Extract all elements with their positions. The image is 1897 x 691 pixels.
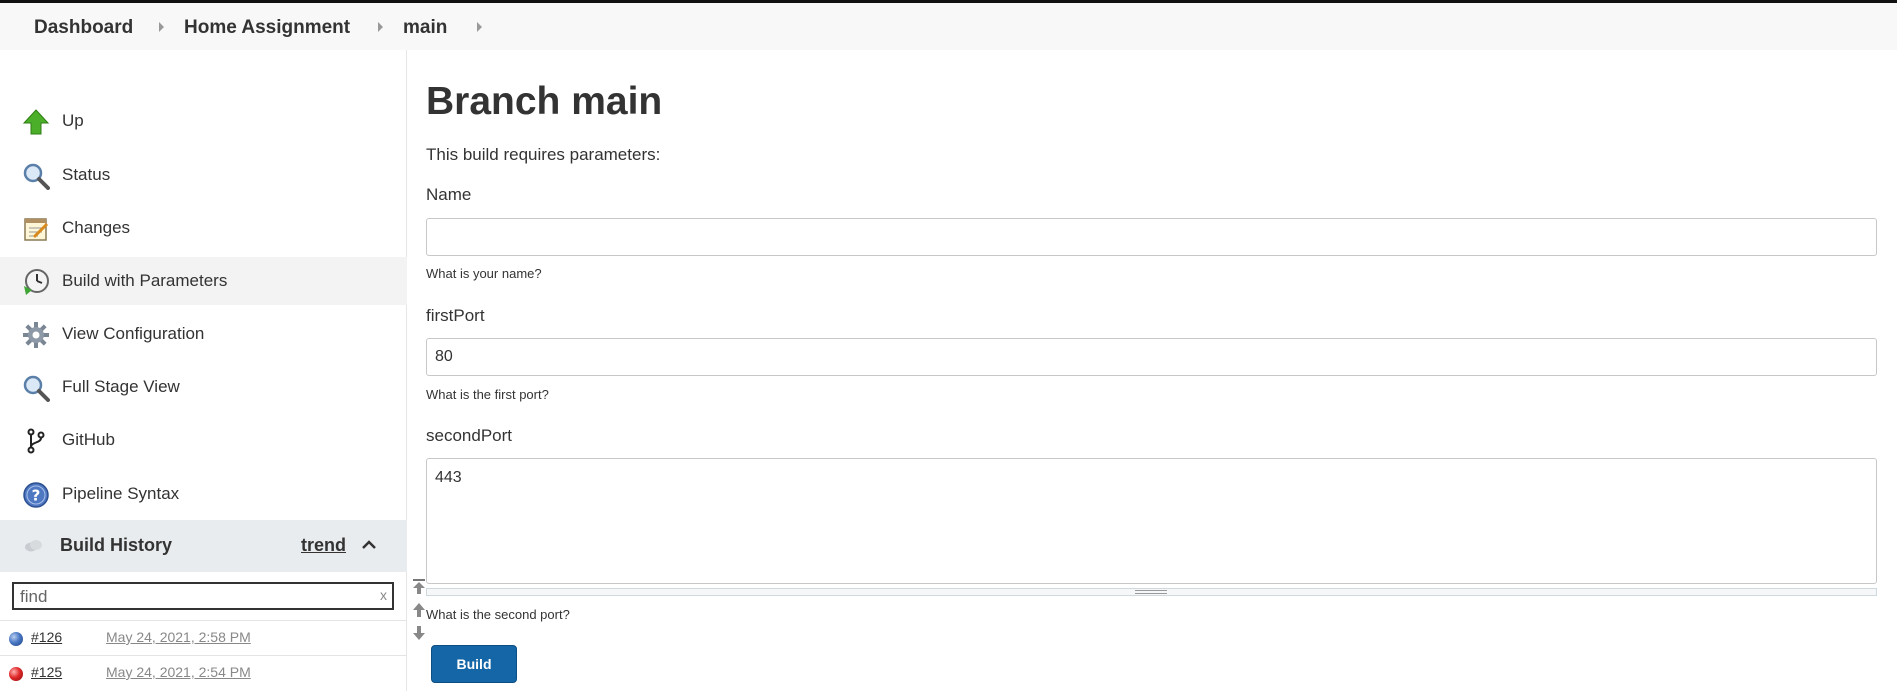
scroll-down-icon[interactable] [410, 624, 428, 642]
name-help-text: What is your name? [426, 266, 542, 281]
build-date-link[interactable]: May 24, 2021, 2:54 PM [106, 664, 251, 680]
name-label: Name [426, 185, 472, 204]
build-row: #126 May 24, 2021, 2:58 PM [0, 620, 407, 654]
svg-text:?: ? [32, 487, 41, 505]
sidebar-item-changes[interactable]: Changes [0, 204, 407, 252]
breadcrumb: Dashboard Home Assignment main [0, 3, 1897, 50]
sidebar-item-github[interactable]: GitHub [0, 416, 407, 464]
first-port-label: firstPort [426, 306, 485, 325]
first-port-field[interactable] [426, 338, 1877, 376]
parameters-intro: This build requires parameters: [426, 145, 661, 164]
sidebar-item-view-configuration[interactable]: View Configuration [0, 310, 407, 358]
clock-icon [24, 269, 49, 295]
build-history-title: Build History [60, 535, 173, 555]
second-port-field[interactable]: 443 [426, 458, 1877, 584]
sidebar-item-label: Build with Parameters [62, 271, 228, 290]
magnifier-icon [23, 375, 50, 402]
sidebar-item-full-stage-view[interactable]: Full Stage View [0, 363, 407, 411]
second-port-label: secondPort [426, 426, 512, 445]
second-port-help-text: What is the second port? [426, 607, 570, 622]
breadcrumb-separator-icon[interactable] [159, 22, 164, 32]
page-title: Branch main [426, 80, 663, 123]
build-search-input[interactable] [20, 586, 360, 608]
sidebar-item-label: Up [62, 111, 84, 130]
sidebar: Up Status Changes Build with Parameters [0, 50, 407, 691]
textarea-resize-handle[interactable] [426, 588, 1877, 596]
magnifier-icon [23, 163, 50, 190]
sidebar-item-label: View Configuration [62, 324, 205, 343]
up-arrow-icon [22, 109, 50, 135]
breadcrumb-main[interactable]: main [403, 17, 447, 39]
build-search-field: x [12, 582, 394, 610]
first-port-help-text: What is the first port? [426, 387, 549, 402]
cloud-icon [25, 540, 42, 552]
sidebar-item-up[interactable]: Up [0, 97, 407, 145]
breadcrumb-dashboard[interactable]: Dashboard [34, 17, 133, 39]
sidebar-item-label: Changes [62, 218, 131, 237]
build-button[interactable]: Build [431, 645, 517, 683]
branch-icon [27, 428, 45, 454]
sidebar-item-label: Full Stage View [62, 377, 180, 396]
build-date-link[interactable]: May 24, 2021, 2:58 PM [106, 629, 251, 645]
sidebar-item-label: Pipeline Syntax [62, 484, 180, 503]
chevron-up-icon[interactable] [360, 536, 378, 554]
name-field[interactable] [426, 218, 1877, 256]
sidebar-item-status[interactable]: Status [0, 151, 407, 199]
build-number-link[interactable]: #126 [31, 629, 62, 645]
status-ball-icon [9, 632, 23, 646]
build-number-link[interactable]: #125 [31, 664, 62, 680]
sidebar-item-label: GitHub [62, 430, 115, 449]
gear-icon [23, 322, 49, 348]
trend-link[interactable]: trend [301, 535, 346, 556]
breadcrumb-separator-icon[interactable] [477, 22, 482, 32]
notepad-icon [24, 218, 49, 241]
sidebar-item-pipeline-syntax[interactable]: ? Pipeline Syntax [0, 470, 407, 518]
grip-icon [1135, 590, 1167, 594]
build-history-header: Build History trend [0, 520, 407, 572]
clear-search-icon[interactable]: x [380, 587, 387, 603]
build-row: #125 May 24, 2021, 2:54 PM [0, 655, 407, 689]
scroll-to-top-icon[interactable] [410, 578, 428, 596]
breadcrumb-separator-icon[interactable] [378, 22, 383, 32]
help-icon: ? [23, 482, 49, 508]
sidebar-item-label: Status [62, 165, 111, 184]
breadcrumb-home-assignment[interactable]: Home Assignment [184, 17, 350, 39]
sidebar-item-build-with-parameters[interactable]: Build with Parameters [0, 257, 407, 305]
status-ball-icon [9, 667, 23, 681]
